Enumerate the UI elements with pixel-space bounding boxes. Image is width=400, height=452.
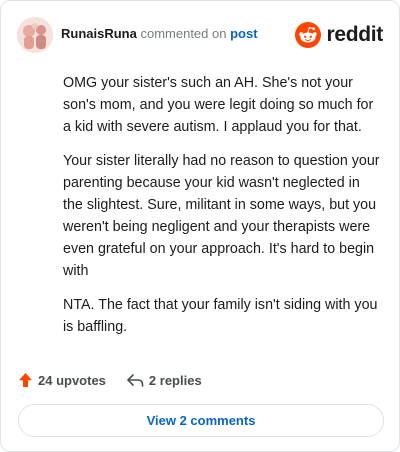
replies-button[interactable]: 2 replies (126, 373, 202, 388)
comment-body: OMG your sister's such an AH. She's not … (63, 72, 381, 350)
username-link[interactable]: RunaisRuna (61, 26, 137, 41)
comment-card: RunaisRuna commented on post reddit OMG … (0, 0, 400, 452)
reply-count: 2 replies (148, 372, 202, 388)
comment-actions: 24 upvotes 2 replies (18, 370, 202, 390)
comment-paragraph: OMG your sister's such an AH. She's not … (63, 75, 374, 135)
reddit-wordmark: reddit (326, 23, 383, 46)
upvote-arrow-icon (19, 373, 32, 387)
post-link[interactable]: post (230, 26, 257, 41)
comment-paragraph: Your sister literally had no reason to q… (63, 153, 380, 279)
comment-meta: RunaisRuna commented on post (61, 26, 258, 41)
upvote-button[interactable]: 24 upvotes (18, 372, 106, 388)
user-avatar[interactable] (17, 17, 53, 53)
comment-header: RunaisRuna commented on post reddit (17, 17, 383, 53)
commented-on-text: commented on (140, 26, 227, 41)
reply-arrow-icon (127, 374, 144, 387)
avatar-image-icon (17, 17, 53, 53)
reddit-logo[interactable]: reddit (295, 21, 383, 49)
reddit-snoo-icon (295, 22, 322, 48)
upvote-count: 24 upvotes (38, 372, 106, 388)
comment-paragraph: NTA. The fact that your family isn't sid… (63, 297, 378, 335)
view-comments-button[interactable]: View 2 comments (18, 404, 384, 437)
